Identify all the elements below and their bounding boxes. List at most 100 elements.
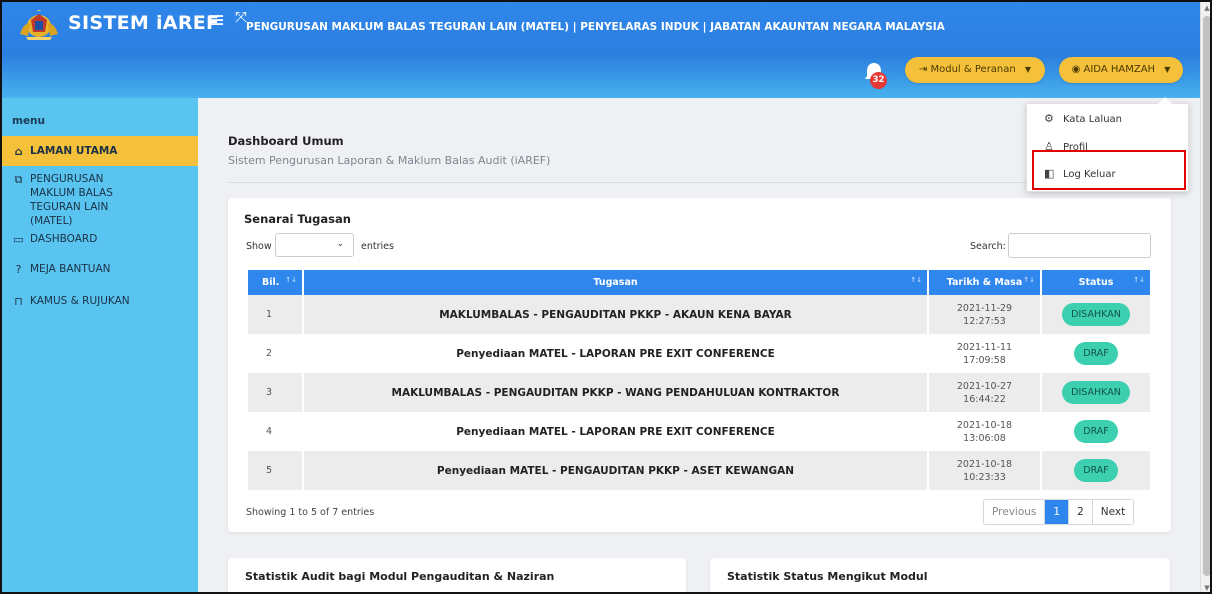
entries-per-page-select[interactable]: ⌄ — [275, 233, 354, 257]
cell-time: 10:23:33 — [963, 471, 1006, 483]
cell-time: 13:06:08 — [963, 432, 1006, 444]
scrollbar-thumb[interactable] — [1203, 16, 1210, 576]
chevron-down-icon: ⌄ — [336, 239, 344, 249]
table-row[interactable]: 5 Penyediaan MATEL - PENGAUDITAN PKKP - … — [248, 451, 1152, 490]
menu-item-label: Kata Laluan — [1063, 114, 1123, 125]
brand-title: SISTEM iAREF — [68, 12, 220, 34]
task-list-title: Senarai Tugasan — [244, 212, 351, 226]
cell-date: 2021-11-29 — [956, 302, 1013, 314]
dropdown-caret — [1158, 97, 1172, 104]
pagination-previous[interactable]: Previous — [984, 500, 1046, 524]
cell-bil: 3 — [248, 373, 304, 412]
cell-status: DRAF — [1041, 451, 1152, 490]
sidebar-item-laman-utama[interactable]: ⌂ LAMAN UTAMA — [2, 136, 198, 166]
menu-toggle-icon[interactable]: ≡ — [207, 8, 225, 33]
column-header-label: Bil. — [262, 277, 280, 288]
cell-tarikh: 2021-10-18 13:06:08 — [928, 412, 1042, 451]
task-list-card: Senarai Tugasan Show ⌄ entries Search: B… — [228, 198, 1171, 532]
column-header-status[interactable]: Status ↑↓ — [1041, 270, 1152, 295]
top-header: SISTEM iAREF ≡ ⤧ PENGURUSAN MAKLUM BALAS… — [2, 2, 1200, 98]
audit-stats-card: Statistik Audit bagi Modul Pengauditan &… — [228, 558, 686, 592]
cell-tugasan[interactable]: Penyediaan MATEL - LAPORAN PRE EXIT CONF… — [303, 334, 929, 373]
question-icon: ? — [15, 263, 22, 276]
pagination-page-2[interactable]: 2 — [1069, 500, 1093, 524]
table-header-row: Bil. ↑↓ Tugasan ↑↓ Tarikh & Masa ↑↓ Status ↑… — [248, 270, 1152, 295]
cell-time: 17:09:58 — [963, 354, 1006, 366]
table-row[interactable]: 3 MAKLUMBALAS - PENGAUDITAN PKKP - WANG … — [248, 373, 1152, 412]
sidebar-item-label: LAMAN UTAMA — [30, 145, 118, 157]
status-badge[interactable]: DISAHKAN — [1062, 381, 1130, 404]
entries-label: entries — [361, 241, 394, 252]
cell-date: 2021-10-18 — [956, 458, 1013, 470]
user-menu-dropdown[interactable]: ◉ AIDA HAMZAH ▼ — [1059, 57, 1183, 83]
home-icon: ⌂ — [14, 145, 23, 158]
cell-date: 2021-10-18 — [956, 419, 1013, 431]
sort-icon: ↑↓ — [285, 276, 297, 284]
pagination-next[interactable]: Next — [1092, 500, 1134, 524]
cell-bil: 4 — [248, 412, 304, 451]
search-input[interactable] — [1008, 233, 1151, 258]
column-header-label: Tugasan — [593, 277, 638, 288]
sidebar-item-dashboard[interactable]: ▭ DASHBOARD — [2, 232, 198, 246]
header-title: PENGURUSAN MAKLUM BALAS TEGURAN LAIN (MA… — [246, 21, 945, 33]
status-badge[interactable]: DRAF — [1074, 459, 1118, 482]
audit-stats-title: Statistik Audit bagi Modul Pengauditan &… — [245, 570, 555, 583]
cell-tugasan[interactable]: Penyediaan MATEL - PENGAUDITAN PKKP - AS… — [303, 451, 929, 490]
app-window: SISTEM iAREF ≡ ⤧ PENGURUSAN MAKLUM BALAS… — [0, 0, 1212, 594]
cell-status: DISAHKAN — [1041, 295, 1152, 334]
malaysia-crest-logo — [20, 10, 58, 40]
sidebar-item-label: MEJA BANTUAN — [30, 263, 111, 275]
table-row[interactable]: 2 Penyediaan MATEL - LAPORAN PRE EXIT CO… — [248, 334, 1152, 373]
sidebar-item-label: PENGURUSAN MAKLUM BALAS TEGURAN LAIN (MA… — [30, 173, 113, 227]
cell-tarikh: 2021-11-29 12:27:53 — [928, 295, 1042, 334]
sidebar: menu ⌂ LAMAN UTAMA ⧉ PENGURUSAN MAKLUM B… — [2, 98, 198, 592]
sort-icon: ↑↓ — [1133, 276, 1145, 284]
layout-icon: ▭ — [13, 233, 24, 246]
pagination: Previous 1 2 Next — [983, 499, 1135, 525]
column-header-bil[interactable]: Bil. ↑↓ — [248, 270, 304, 295]
modul-peranan-dropdown[interactable]: ⇥ Modul & Peranan ▼ — [905, 57, 1045, 83]
table-row[interactable]: 4 Penyediaan MATEL - LAPORAN PRE EXIT CO… — [248, 412, 1152, 451]
status-badge[interactable]: DRAF — [1074, 342, 1118, 365]
column-header-tarikh[interactable]: Tarikh & Masa ↑↓ — [928, 270, 1042, 295]
sidebar-item-kamus-rujukan[interactable]: ⊓ KAMUS & RUJUKAN — [2, 294, 198, 308]
sidebar-item-label: KAMUS & RUJUKAN — [30, 295, 130, 307]
table-row[interactable]: 1 MAKLUMBALAS - PENGAUDITAN PKKP - AKAUN… — [248, 295, 1152, 334]
cell-tarikh: 2021-10-27 16:44:22 — [928, 373, 1042, 412]
sidebar-item-label: DASHBOARD — [30, 233, 98, 245]
modul-peranan-label: Modul & Peranan — [930, 64, 1016, 75]
show-label: Show — [246, 241, 272, 252]
cell-tugasan[interactable]: MAKLUMBALAS - PENGAUDITAN PKKP - WANG PE… — [303, 373, 929, 412]
menu-item-kata-laluan[interactable]: ⚙ Kata Laluan — [1044, 112, 1122, 125]
task-table: Bil. ↑↓ Tugasan ↑↓ Tarikh & Masa ↑↓ Status ↑… — [248, 270, 1152, 490]
vertical-scrollbar[interactable]: ▲ ▼ — [1200, 2, 1210, 592]
cell-bil: 5 — [248, 451, 304, 490]
cell-tugasan[interactable]: Penyediaan MATEL - LAPORAN PRE EXIT CONF… — [303, 412, 929, 451]
gear-icon: ⚙ — [1044, 112, 1054, 125]
user-icon: ◉ — [1071, 64, 1081, 75]
cell-bil: 2 — [248, 334, 304, 373]
cell-status: DRAF — [1041, 334, 1152, 373]
status-badge[interactable]: DRAF — [1074, 420, 1118, 443]
cell-time: 16:44:22 — [963, 393, 1006, 405]
page-subtitle: Sistem Pengurusan Laporan & Maklum Balas… — [228, 154, 551, 167]
status-badge[interactable]: DISAHKAN — [1062, 303, 1130, 326]
sidebar-item-meja-bantuan[interactable]: ? MEJA BANTUAN — [2, 262, 198, 276]
scroll-down-arrow-icon[interactable]: ▼ — [1202, 584, 1210, 592]
sidebar-item-pengurusan-matel[interactable]: ⧉ PENGURUSAN MAKLUM BALAS TEGURAN LAIN (… — [2, 172, 152, 228]
user-name-label: AIDA HAMZAH — [1083, 64, 1156, 75]
status-stats-card: Statistik Status Mengikut Modul — [710, 558, 1170, 592]
sidebar-menu-label: menu — [12, 115, 46, 127]
cell-tarikh: 2021-11-11 17:09:58 — [928, 334, 1042, 373]
cell-date: 2021-10-27 — [956, 380, 1013, 392]
column-header-tugasan[interactable]: Tugasan ↑↓ — [303, 270, 929, 295]
page-title: Dashboard Umum — [228, 134, 344, 148]
cell-date: 2021-11-11 — [956, 341, 1013, 353]
showing-entries-text: Showing 1 to 5 of 7 entries — [246, 507, 375, 518]
column-header-label: Tarikh & Masa — [946, 277, 1023, 288]
log-keluar-highlight-box — [1032, 150, 1186, 190]
cell-status: DRAF — [1041, 412, 1152, 451]
scroll-up-arrow-icon[interactable]: ▲ — [1202, 4, 1210, 12]
cell-tugasan[interactable]: MAKLUMBALAS - PENGAUDITAN PKKP - AKAUN K… — [303, 295, 929, 334]
pagination-page-1[interactable]: 1 — [1045, 500, 1070, 524]
